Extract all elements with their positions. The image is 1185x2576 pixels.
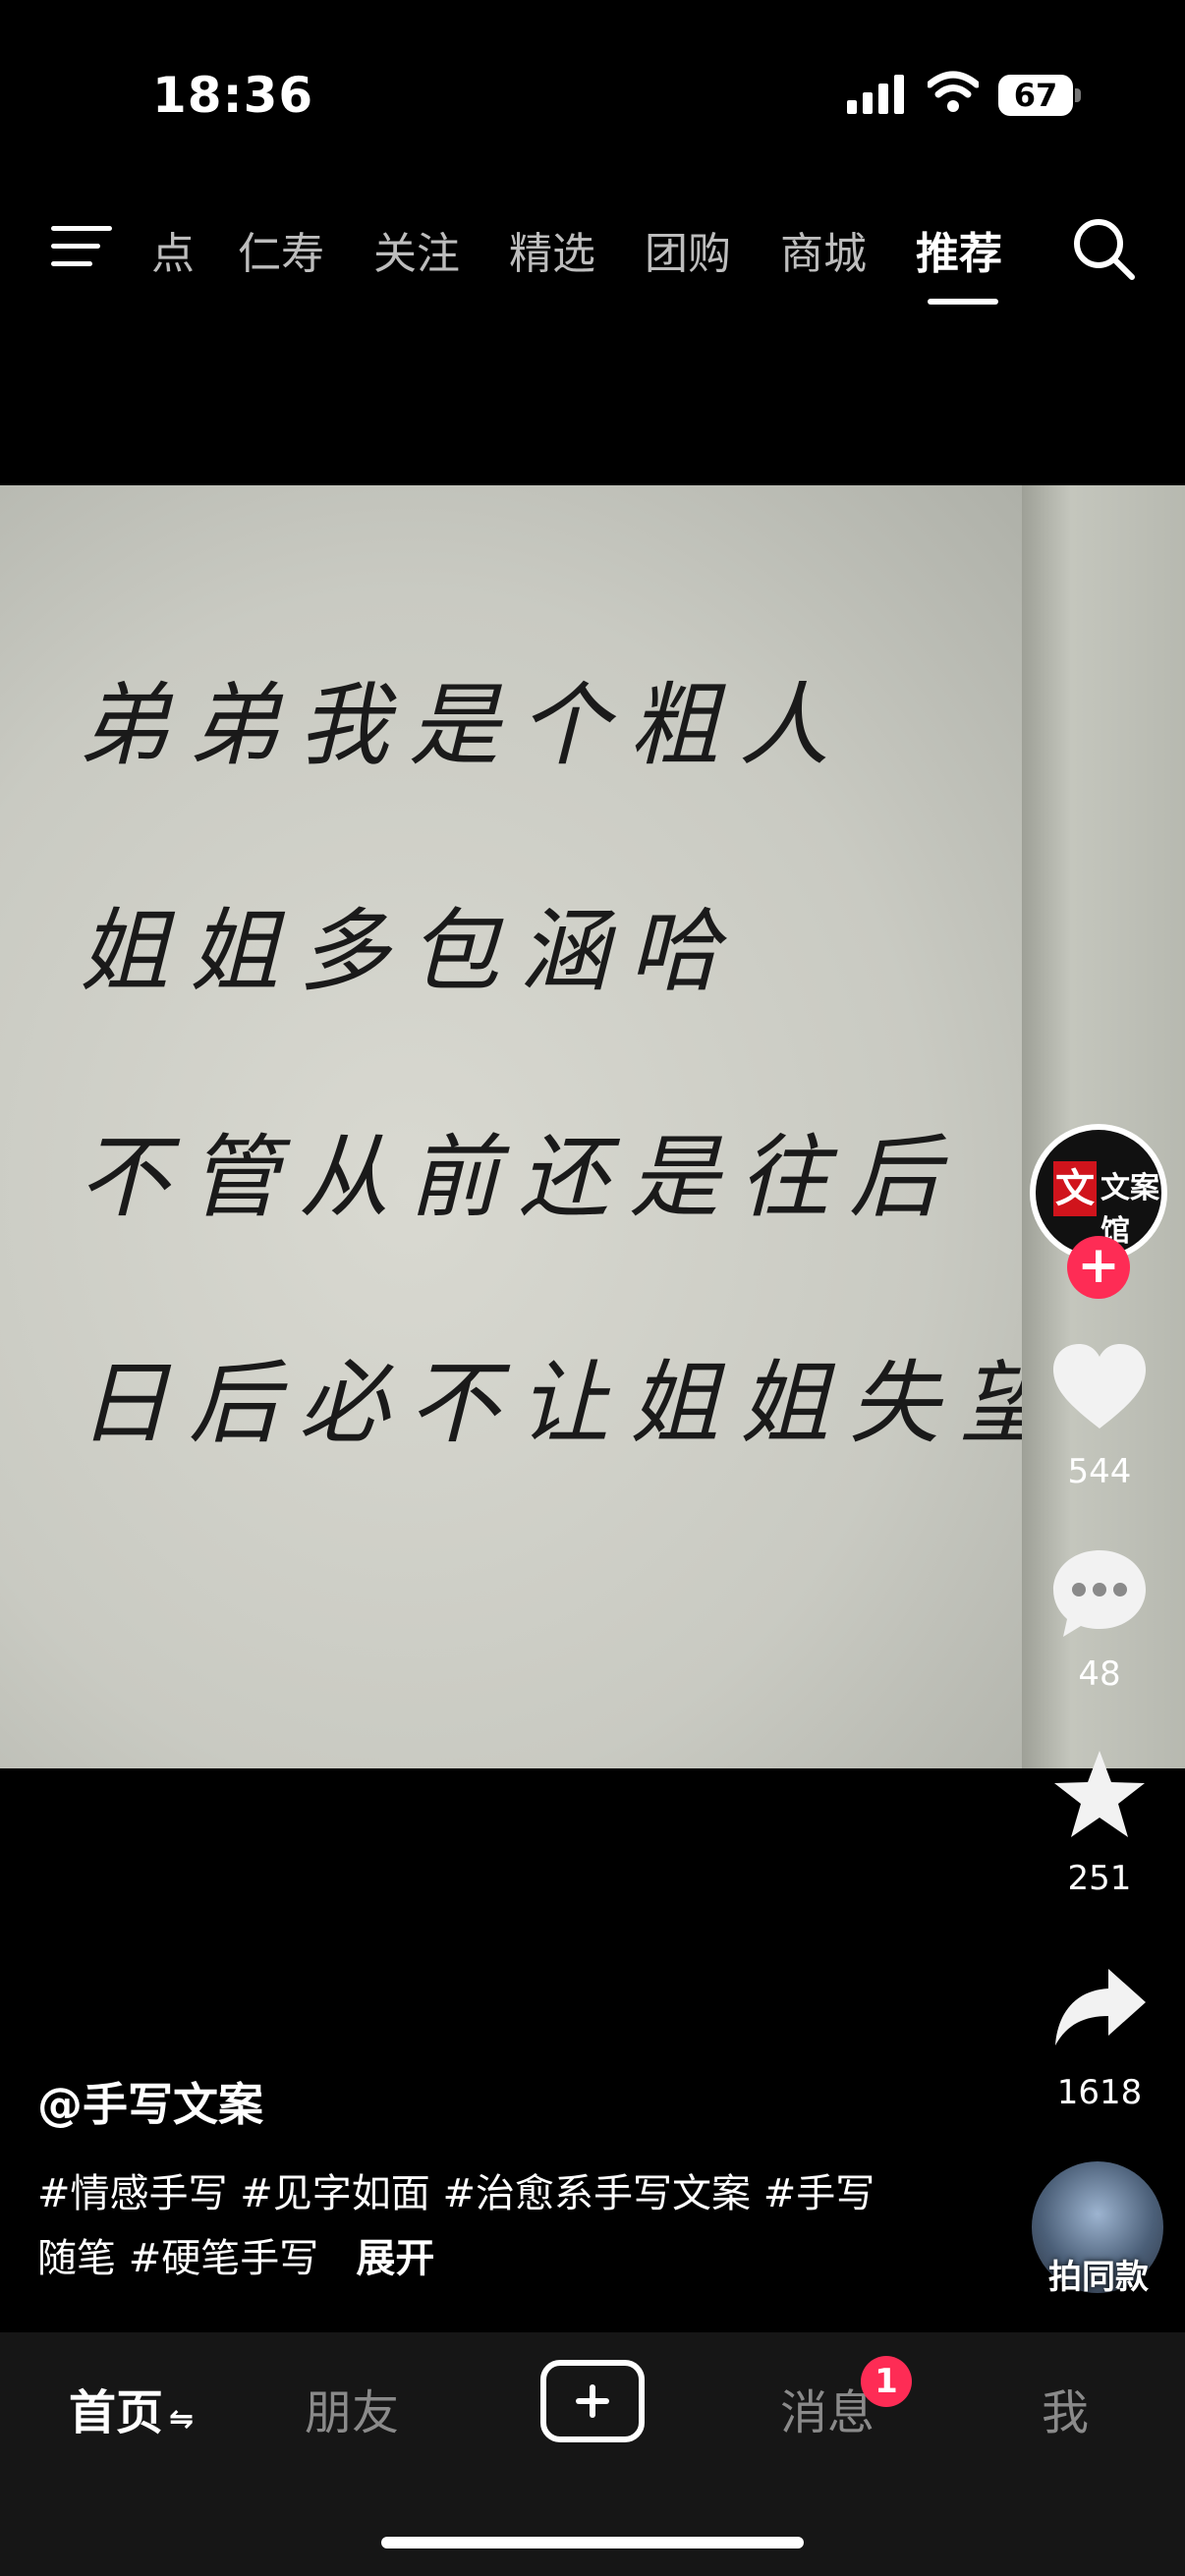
- handwriting-line: 弟弟我是个粗人: [79, 673, 850, 778]
- handwriting-line: 日后必不让姐姐失望: [79, 1351, 1070, 1456]
- refresh-icon: ⇋: [169, 2402, 195, 2436]
- star-icon[interactable]: [1049, 1747, 1150, 1841]
- tab-featured[interactable]: 精选: [509, 218, 595, 281]
- create-button[interactable]: [540, 2360, 645, 2442]
- video-player[interactable]: 弟弟我是个粗人 姐姐多包涵哈 不管从前还是往后 日后必不让姐姐失望: [0, 485, 1185, 1768]
- tab-friends[interactable]: 朋友: [305, 2374, 399, 2442]
- same-style-label[interactable]: 拍同款: [1022, 2250, 1175, 2298]
- post-description: #情感手写 #见字如面 #治愈系手写文案 #手写随笔 #硬笔手写 展开: [37, 2161, 902, 2291]
- avatar-logo: 文: [1053, 1161, 1097, 1216]
- active-tab-indicator: [928, 299, 998, 305]
- tab-mall[interactable]: 商城: [780, 218, 867, 281]
- like-count: 544: [1067, 1452, 1132, 1491]
- handwriting-line: 不管从前还是往后: [79, 1125, 960, 1230]
- follow-button[interactable]: +: [1067, 1236, 1130, 1299]
- search-icon[interactable]: [1071, 216, 1136, 281]
- favorite-count: 251: [1067, 1859, 1132, 1898]
- battery-indicator: 67: [998, 75, 1081, 116]
- tab-group-buy[interactable]: 团购: [645, 218, 731, 281]
- status-time: 18:36: [152, 67, 314, 124]
- tab-recommended[interactable]: 推荐: [916, 218, 1002, 281]
- expand-button[interactable]: 展开: [356, 2236, 434, 2281]
- tab-dian[interactable]: 点: [151, 218, 195, 281]
- share-count: 1618: [1056, 2073, 1143, 2112]
- wifi-icon: [928, 71, 979, 112]
- share-icon[interactable]: [1049, 1961, 1150, 2055]
- signal-icon: [847, 75, 904, 114]
- messages-badge: 1: [861, 2356, 912, 2407]
- tab-me[interactable]: 我: [1042, 2374, 1089, 2442]
- battery-level: 67: [998, 75, 1073, 116]
- menu-icon[interactable]: [51, 222, 112, 271]
- home-indicator: [381, 2537, 804, 2548]
- tab-home[interactable]: 首页 ⇋: [69, 2374, 194, 2442]
- tab-renshou[interactable]: 仁寿: [238, 218, 324, 281]
- author-handle[interactable]: @手写文案: [37, 2069, 263, 2134]
- heart-icon[interactable]: [1049, 1340, 1150, 1434]
- tab-home-label: 首页: [69, 2385, 164, 2440]
- hashtags[interactable]: #情感手写 #见字如面 #治愈系手写文案 #手写随笔 #硬笔手写: [37, 2171, 875, 2281]
- comment-icon[interactable]: [1049, 1544, 1150, 1639]
- handwriting-paper: 弟弟我是个粗人 姐姐多包涵哈 不管从前还是往后 日后必不让姐姐失望: [0, 485, 1049, 1768]
- handwriting-line: 姐姐多包涵哈: [79, 899, 740, 1004]
- tab-following[interactable]: 关注: [373, 218, 460, 281]
- comment-count: 48: [1078, 1654, 1121, 1694]
